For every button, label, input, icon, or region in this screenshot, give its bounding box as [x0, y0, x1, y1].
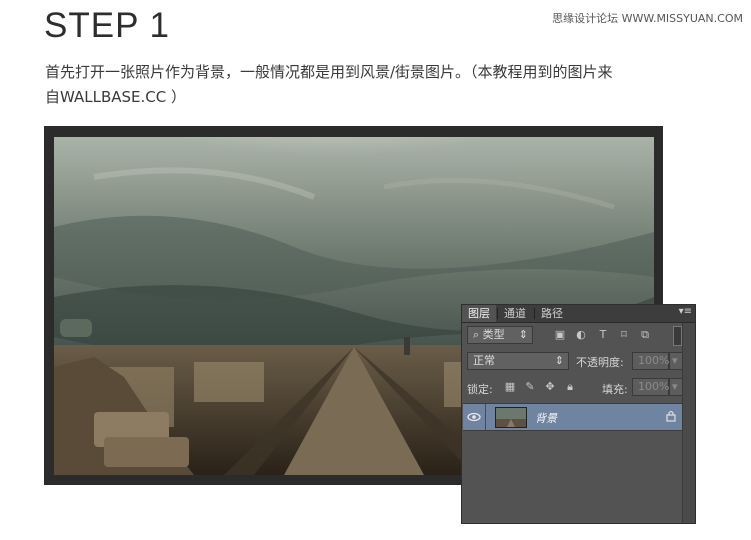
fill-label: 填充:: [602, 383, 628, 396]
blend-mode-value: 正常: [473, 354, 495, 367]
tab-channels[interactable]: 通道: [498, 305, 532, 322]
watermark: 思缘设计论坛 WWW.MISSYUAN.COM: [552, 12, 743, 25]
description-line-2: 自WALLBASE.CC ）: [45, 88, 187, 106]
filter-toggle-switch[interactable]: [673, 326, 682, 346]
panel-tabbar: 图层 通道 路径 ▾≡: [462, 305, 695, 323]
lock-transparent-icon[interactable]: ▦: [504, 381, 516, 393]
smartobject-filter-icon[interactable]: ⧉: [639, 329, 651, 341]
lock-label: 锁定:: [467, 383, 493, 396]
chevron-updown-icon: ⇕: [554, 354, 564, 367]
shape-filter-icon[interactable]: ⌑: [618, 329, 630, 341]
panel-scrollbar[interactable]: [682, 323, 695, 523]
tab-layers[interactable]: 图层: [462, 305, 496, 322]
eye-icon: [467, 412, 481, 422]
opacity-label: 不透明度:: [576, 356, 624, 369]
fill-dropdown-icon[interactable]: ▾: [669, 378, 683, 396]
filter-type-select[interactable]: ⌕ 类型 ⇕: [467, 326, 533, 344]
opacity-dropdown-icon[interactable]: ▾: [669, 352, 683, 370]
chevron-updown-icon: ⇕: [518, 328, 528, 341]
layer-thumbnail: [495, 407, 527, 428]
tab-paths[interactable]: 路径: [535, 305, 569, 322]
panel-menu-icon[interactable]: ▾≡: [679, 306, 692, 317]
filter-type-label: 类型: [482, 328, 505, 341]
step-title: STEP 1: [44, 6, 170, 45]
image-filter-icon[interactable]: ▣: [554, 329, 566, 341]
opacity-input[interactable]: 100%: [632, 352, 669, 370]
description-line-1: 首先打开一张照片作为背景，一般情况都是用到风景/街景图片。（本教程用到的图片来: [45, 63, 613, 81]
search-icon: ⌕: [473, 328, 480, 341]
type-filter-icon[interactable]: T: [597, 329, 609, 341]
lock-brush-icon[interactable]: ✎: [524, 381, 536, 393]
lock-all-icon[interactable]: 🔒︎: [564, 381, 576, 393]
layer-name[interactable]: 背景: [535, 410, 557, 426]
lock-icon: [666, 410, 676, 425]
layer-row[interactable]: 背景: [463, 403, 684, 431]
blend-mode-select[interactable]: 正常 ⇕: [467, 352, 569, 370]
lock-move-icon[interactable]: ✥: [544, 381, 556, 393]
visibility-toggle[interactable]: [463, 404, 486, 430]
fill-input[interactable]: 100%: [632, 378, 669, 396]
description: 首先打开一张照片作为背景，一般情况都是用到风景/街景图片。（本教程用到的图片来 …: [45, 60, 705, 110]
layers-panel: 图层 通道 路径 ▾≡ ⌕ 类型 ⇕ ▣ ◐ T ⌑ ⧉ 正常 ⇕ 不透明度: …: [461, 304, 696, 524]
adjustment-filter-icon[interactable]: ◐: [575, 329, 587, 341]
